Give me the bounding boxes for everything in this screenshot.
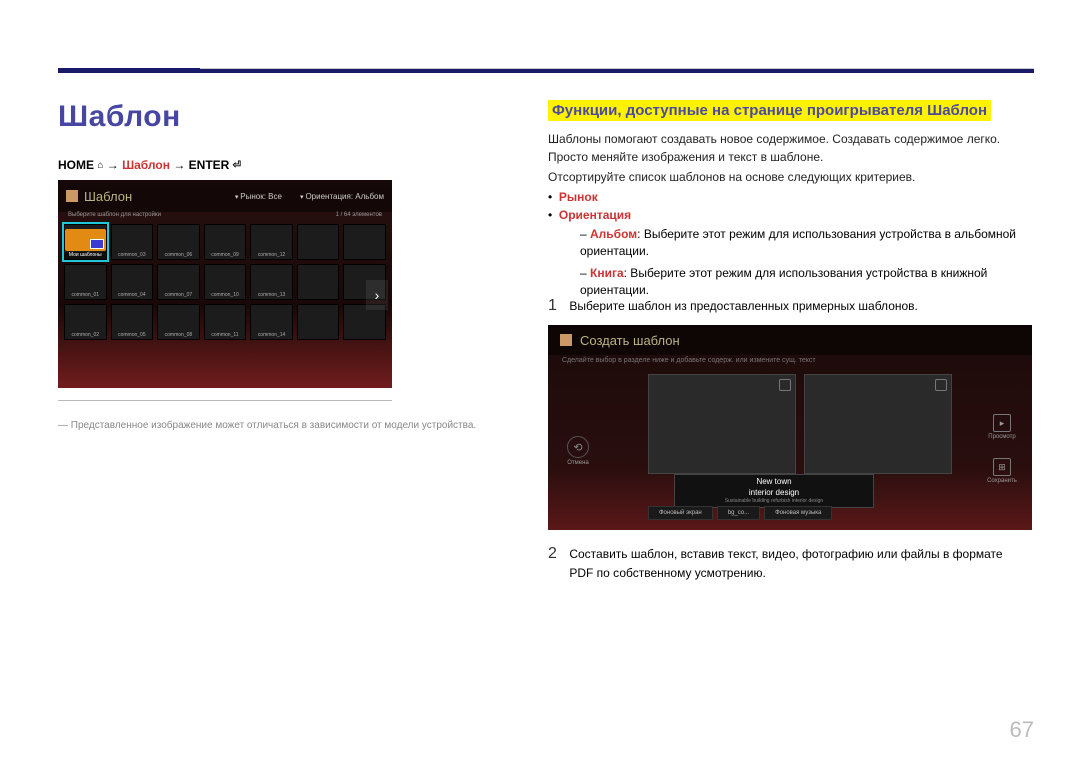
template-cell[interactable]: common_08 <box>157 304 200 340</box>
shot1-title: Шаблон <box>84 189 235 204</box>
step-number: 2 <box>548 545 566 563</box>
template-cell[interactable]: common_13 <box>250 264 293 300</box>
template-cell[interactable]: common_05 <box>111 304 154 340</box>
filter-orientation[interactable]: Ориентация: Альбом <box>300 192 384 201</box>
crumb-home: HOME <box>58 158 94 172</box>
template-cell[interactable]: common_11 <box>204 304 247 340</box>
shot2-header: Создать шаблон <box>548 325 1032 355</box>
next-arrow-icon[interactable]: › <box>366 280 388 310</box>
section-title: Функции, доступные на странице проигрыва… <box>548 100 991 121</box>
template-cell[interactable]: common_02 <box>64 304 107 340</box>
preview-button[interactable]: ▸ Просмотр <box>986 414 1018 440</box>
step-number: 1 <box>548 297 566 315</box>
template-cell[interactable]: common_09 <box>204 224 247 260</box>
cancel-button[interactable]: ⟲ Отмена <box>562 436 594 466</box>
divider <box>58 400 392 401</box>
template-cell[interactable] <box>343 224 386 260</box>
crumb-template: Шаблон <box>122 158 170 172</box>
folder-icon <box>65 229 106 251</box>
content-panel-left[interactable] <box>648 374 796 474</box>
page-title: Шаблон <box>58 100 181 134</box>
template-cell[interactable]: common_04 <box>111 264 154 300</box>
play-icon: ▸ <box>993 414 1011 432</box>
sub-album: Альбом: Выберите этот режим для использо… <box>580 226 1032 261</box>
template-cell[interactable]: common_01 <box>64 264 107 300</box>
crumb-enter: ENTER <box>189 158 230 172</box>
bullet-orientation: Ориентация <box>559 208 631 222</box>
template-icon <box>560 334 572 346</box>
header-rule-light <box>200 68 1034 69</box>
filter-market[interactable]: Рынок: Все <box>235 192 282 201</box>
template-cell[interactable]: common_14 <box>250 304 293 340</box>
caption-box[interactable]: New town interior design Sustainable bui… <box>674 474 874 508</box>
bullet-market: Рынок <box>559 190 598 204</box>
screenshot-create-template: Создать шаблон Сделайте выбор в разделе … <box>548 325 1032 530</box>
step-2: 2 Составить шаблон, вставив текст, видео… <box>548 545 1032 583</box>
save-icon: ⊞ <box>993 458 1011 476</box>
content-panel-right[interactable] <box>804 374 952 474</box>
template-cell[interactable]: common_03 <box>111 224 154 260</box>
tab-bgcolor[interactable]: bg_co... <box>717 506 760 520</box>
footnote: Представленное изображение может отличат… <box>58 420 518 431</box>
template-cell[interactable]: common_07 <box>157 264 200 300</box>
tab-bgmusic[interactable]: Фоновая музыка <box>764 506 832 520</box>
template-cell[interactable] <box>297 304 340 340</box>
shot2-subtitle: Сделайте выбор в разделе ниже и добавьте… <box>548 355 1032 366</box>
paragraph-1: Шаблоны помогают создавать новое содержи… <box>548 130 1032 166</box>
cell-label: Мои шаблоны <box>65 252 106 259</box>
template-cell[interactable]: common_10 <box>204 264 247 300</box>
shot2-title: Создать шаблон <box>580 333 680 348</box>
paragraph-2: Отсортируйте список шаблонов на основе с… <box>548 168 1032 186</box>
breadcrumb: HOME ⌂ → Шаблон → ENTER ⏎ <box>58 158 241 172</box>
template-cell[interactable] <box>297 264 340 300</box>
enter-icon: ⏎ <box>233 160 241 171</box>
sub-book: Книга: Выберите этот режим для использов… <box>580 265 1032 300</box>
template-cell[interactable]: common_12 <box>250 224 293 260</box>
arrow-icon: → <box>107 158 119 172</box>
template-grid: Мои шаблоны common_03 common_06 common_0… <box>58 220 392 344</box>
shot1-subtitle: Выберите шаблон для настройки <box>68 212 161 218</box>
page-number: 67 <box>1010 717 1034 743</box>
template-icon <box>66 190 78 202</box>
template-cell[interactable]: common_06 <box>157 224 200 260</box>
cancel-icon: ⟲ <box>567 436 589 458</box>
bullet-list: • Рынок • Ориентация Альбом: Выберите эт… <box>548 186 1032 300</box>
home-icon: ⌂ <box>97 160 103 171</box>
tab-background[interactable]: Фоновый экран <box>648 506 713 520</box>
shot1-header: Шаблон Рынок: Все Ориентация: Альбом <box>58 180 392 212</box>
template-cell[interactable] <box>297 224 340 260</box>
template-cell-selected[interactable]: Мои шаблоны <box>64 224 107 260</box>
save-button[interactable]: ⊞ Сохранить <box>986 458 1018 484</box>
arrow-icon: → <box>173 158 185 172</box>
screenshot-template-grid: Шаблон Рынок: Все Ориентация: Альбом Выб… <box>58 180 392 388</box>
shot1-counter: 1 / 64 элементов <box>336 212 382 218</box>
step-1: 1 Выберите шаблон из предоставленных при… <box>548 297 1032 316</box>
